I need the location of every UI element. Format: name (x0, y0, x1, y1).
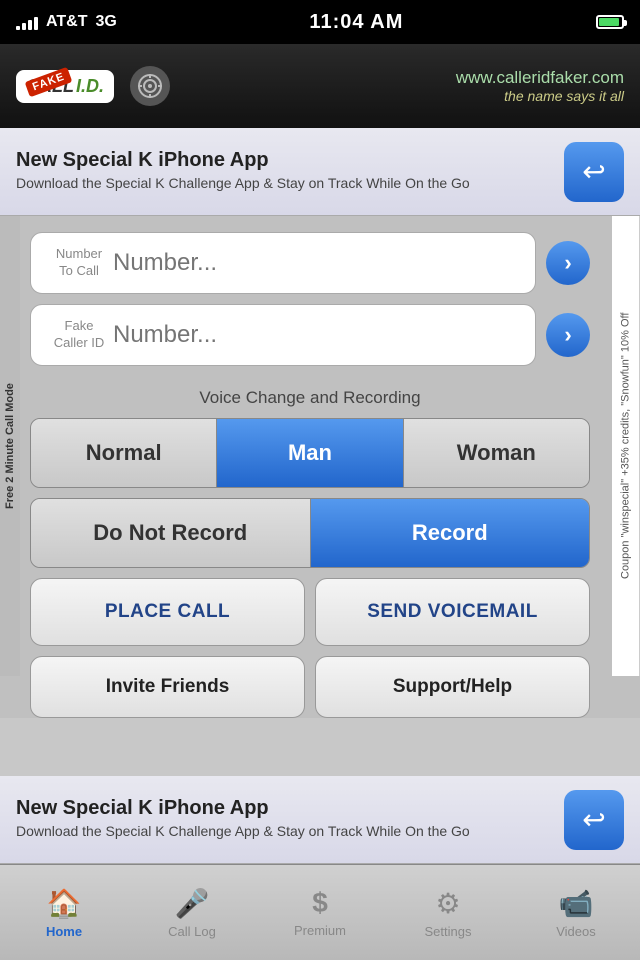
free-mode-label: Free 2 Minute Call Mode (0, 216, 20, 676)
do-not-record-button[interactable]: Do Not Record (31, 499, 311, 567)
bottom-ad-description: Download the Special K Challenge App & S… (16, 822, 552, 842)
network-type: 3G (95, 13, 116, 31)
tab-call-log[interactable]: 🎤 Call Log (128, 865, 256, 960)
ad-title: New Special K iPhone App (16, 149, 552, 172)
send-voicemail-button[interactable]: SEND VOICEMAIL (315, 578, 590, 646)
bottom-ad-share-button[interactable]: ↩ (564, 790, 624, 850)
status-bar: AT&T 3G 11:04 AM (0, 0, 640, 44)
main-content: Free 2 Minute Call Mode Coupon "winspeci… (0, 216, 640, 718)
voice-woman-button[interactable]: Woman (404, 419, 589, 487)
invite-friends-button[interactable]: Invite Friends (30, 656, 305, 718)
signal-icon (16, 14, 38, 30)
action-buttons-row: PLACE CALL SEND VOICEMAIL (30, 578, 590, 646)
website-url: www.calleridfaker.com (186, 68, 624, 88)
record-selector: Do Not Record Record (30, 498, 590, 568)
bottom-ad-title: New Special K iPhone App (16, 797, 552, 820)
logo-id-text: I.D. (76, 76, 104, 97)
voice-man-button[interactable]: Man (217, 419, 403, 487)
fake-caller-id-wrapper: FakeCaller ID (30, 304, 536, 366)
coupon-label: Coupon "winspecial" +35% credits, "Snowf… (612, 216, 640, 676)
tab-home[interactable]: 🏠 Home (0, 865, 128, 960)
form-area: NumberTo Call › FakeCaller ID › (0, 216, 640, 382)
bottom-ad-content[interactable]: New Special K iPhone App Download the Sp… (0, 776, 640, 864)
number-to-call-label: NumberTo Call (45, 246, 113, 280)
number-to-call-arrow[interactable]: › (546, 241, 590, 285)
app-logo: CALL I.D. FAKE (16, 70, 114, 103)
time-display: 11:04 AM (309, 11, 403, 34)
fake-caller-id-row: FakeCaller ID › (30, 304, 590, 366)
tab-settings[interactable]: ⚙ Settings (384, 865, 512, 960)
arrow-right-icon: › (564, 250, 571, 276)
tab-videos-label: Videos (556, 924, 596, 939)
tab-calllog-label: Call Log (168, 924, 216, 939)
fake-caller-id-arrow[interactable]: › (546, 313, 590, 357)
utility-buttons-row: Invite Friends Support/Help (30, 656, 590, 718)
bottom-share-icon: ↩ (582, 803, 605, 836)
fake-caller-id-label: FakeCaller ID (45, 318, 113, 352)
app-header: CALL I.D. FAKE www.calleridfaker.com the… (0, 44, 640, 128)
carrier-label: AT&T (46, 13, 87, 31)
top-ad-banner[interactable]: New Special K iPhone App Download the Sp… (0, 128, 640, 216)
support-help-button[interactable]: Support/Help (315, 656, 590, 718)
ad-text-area: New Special K iPhone App Download the Sp… (16, 149, 552, 194)
number-to-call-row: NumberTo Call › (30, 232, 590, 294)
battery-area (596, 15, 624, 29)
voice-normal-button[interactable]: Normal (31, 419, 217, 487)
tab-home-label: Home (46, 924, 82, 939)
header-url-area: www.calleridfaker.com the name says it a… (186, 68, 624, 104)
arrow-right-icon-2: › (564, 322, 571, 348)
voice-section: Voice Change and Recording Normal Man Wo… (0, 382, 640, 718)
videos-icon: 📹 (559, 887, 594, 920)
record-button[interactable]: Record (311, 499, 590, 567)
tagline: the name says it all (186, 88, 624, 104)
tab-settings-label: Settings (425, 924, 472, 939)
target-icon (130, 66, 170, 106)
ad-share-button[interactable]: ↩ (564, 142, 624, 202)
carrier-info: AT&T 3G (16, 13, 117, 31)
place-call-button[interactable]: PLACE CALL (30, 578, 305, 646)
bottom-ad-banner[interactable]: New Special K iPhone App Download the Sp… (0, 776, 640, 864)
settings-icon: ⚙ (435, 887, 460, 920)
tab-videos[interactable]: 📹 Videos (512, 865, 640, 960)
premium-icon: $ (312, 887, 328, 919)
share-icon: ↩ (582, 155, 605, 188)
battery-icon (596, 15, 624, 29)
ad-description: Download the Special K Challenge App & S… (16, 174, 552, 194)
tab-premium-label: Premium (294, 923, 346, 938)
number-to-call-input[interactable] (113, 249, 521, 277)
fake-caller-id-input[interactable] (113, 321, 521, 349)
voice-section-title: Voice Change and Recording (30, 382, 590, 418)
home-icon: 🏠 (47, 887, 82, 920)
number-to-call-wrapper: NumberTo Call (30, 232, 536, 294)
voice-type-selector: Normal Man Woman (30, 418, 590, 488)
tab-bar: 🏠 Home 🎤 Call Log $ Premium ⚙ Settings 📹… (0, 864, 640, 960)
tab-premium[interactable]: $ Premium (256, 865, 384, 960)
bottom-ad-text: New Special K iPhone App Download the Sp… (16, 797, 552, 842)
calllog-icon: 🎤 (175, 887, 210, 920)
